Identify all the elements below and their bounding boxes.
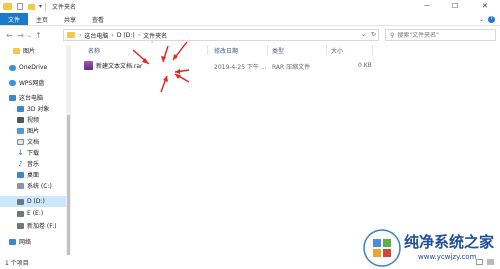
sidebar-item-desktop[interactable]: 桌面 — [0, 169, 70, 180]
sidebar-item-drive-c[interactable]: 系统 (C:) — [0, 180, 70, 191]
column-header-size[interactable]: 大小 — [331, 46, 343, 55]
refresh-icon[interactable]: ↻ — [371, 31, 376, 38]
sidebar-item-label: 系统 (C:) — [27, 183, 52, 190]
title-bar: ▾ 文件夹名 — ☐ ✕ — [0, 0, 500, 13]
sidebar-item-label: 下载 — [27, 150, 40, 157]
forward-icon[interactable]: → — [15, 31, 26, 40]
sidebar-item-label: 网络 — [19, 239, 32, 246]
column-header-name[interactable]: 名称 — [88, 46, 100, 55]
sidebar-item-documents[interactable]: 文档 — [0, 136, 70, 147]
column-divider[interactable] — [326, 45, 327, 55]
sidebar-item-drive-f[interactable]: 新加卷 (F:) — [0, 220, 70, 231]
pictures-icon — [13, 47, 20, 54]
file-type: RAR 压缩文件 — [272, 64, 311, 71]
search-icon: ⚲ — [390, 31, 395, 39]
drive-icon — [17, 222, 24, 229]
annotation-arrows — [132, 41, 190, 93]
close-button[interactable]: ✕ — [482, 2, 488, 10]
search-box[interactable]: ⚲ — [385, 29, 496, 41]
file-list: 名称 ⌃ 修改日期 类型 大小 新建文本文档.rar 2019-4-25 下午 … — [79, 41, 500, 255]
sidebar-item-this-pc[interactable]: 这台电脑 — [0, 92, 70, 103]
sidebar-item-label: 音乐 — [27, 161, 40, 168]
sidebar-item-label: D (D:) — [27, 198, 45, 205]
sidebar-item-pictures[interactable]: 图片 — [0, 125, 70, 136]
expand-ribbon-icon[interactable]: ⌄ — [479, 16, 484, 23]
sidebar-item-network[interactable]: 网络 — [0, 236, 70, 247]
sidebar-item-label: 新加卷 (F:) — [27, 223, 57, 230]
maximize-button[interactable]: ☐ — [452, 2, 458, 10]
network-icon — [9, 238, 16, 245]
desktop-icon — [17, 171, 24, 178]
watermark-brand: 纯净系统之家 — [404, 233, 495, 251]
cloud-icon — [9, 64, 16, 71]
sidebar-item-drive-d[interactable]: D (D:) — [0, 196, 70, 207]
pictures-icon — [17, 127, 24, 134]
quick-access-dropdown-icon[interactable]: ▾ — [39, 3, 42, 10]
sidebar-item-label: 图片 — [23, 48, 36, 55]
music-icon: ♪ — [18, 159, 23, 168]
sidebar-item-downloads[interactable]: ↓ 下载 — [0, 147, 70, 158]
arrow-icon — [132, 41, 190, 93]
sidebar-item-label: 图片 — [27, 128, 40, 135]
title-separator — [45, 2, 47, 11]
recent-locations-icon[interactable]: ⌄ — [26, 32, 33, 39]
sidebar-item-music[interactable]: ♪ 音乐 — [0, 158, 70, 169]
video-icon — [17, 116, 24, 123]
tab-view[interactable]: 查看 — [84, 13, 112, 25]
logo-icon — [363, 229, 401, 267]
sidebar-item-drive-e[interactable]: E (E:) — [0, 208, 70, 219]
sidebar-item-3d-objects[interactable]: 3D 对象 — [0, 103, 70, 114]
drive-icon — [17, 198, 24, 205]
rar-archive-icon — [84, 61, 93, 70]
column-header-type[interactable]: 类型 — [272, 46, 284, 55]
watermark-url: www.ycwjzy.com — [418, 253, 477, 261]
cloud-icon — [9, 79, 16, 86]
properties-icon[interactable] — [17, 3, 23, 10]
drive-icon — [17, 182, 24, 189]
cube-icon — [17, 105, 24, 112]
sidebar-item-label: 这台电脑 — [19, 95, 44, 102]
sidebar-item-wps[interactable]: WPS网盘 — [0, 77, 70, 88]
sidebar-item-pictures-quick[interactable]: 图片 — [0, 45, 70, 56]
sidebar-item-videos[interactable]: 视频 — [0, 114, 70, 125]
ribbon-tabs: 文件 主页 共享 查看 ⌄ ? — [0, 13, 500, 26]
item-count: 1 个项目 — [5, 259, 29, 267]
sidebar-item-label: E (E:) — [27, 210, 44, 217]
help-icon[interactable]: ? — [488, 16, 495, 23]
sidebar-item-onedrive[interactable]: OneDrive — [0, 62, 70, 73]
download-icon: ↓ — [17, 148, 24, 157]
computer-icon — [9, 94, 16, 101]
minimize-button[interactable]: — — [424, 2, 430, 9]
sidebar-item-label: 3D 对象 — [27, 106, 50, 113]
sidebar-item-label: 文档 — [27, 139, 40, 146]
document-icon — [17, 138, 24, 145]
navigation-pane: 图片 OneDrive WPS网盘 这台电脑 3D 对象 视频 图片 文档 ↓ … — [0, 43, 70, 255]
address-dropdown-icon[interactable]: ⌄ — [361, 31, 366, 38]
tab-file[interactable]: 文件 — [0, 13, 29, 25]
folder-icon — [67, 32, 75, 38]
watermark-logo: 纯净系统之家 www.ycwjzy.com — [362, 227, 500, 269]
window-title: 文件夹名 — [52, 4, 77, 11]
sidebar-item-label: 桌面 — [27, 172, 40, 179]
navigation-bar: ← → ⌄ ↑ › 这台电脑 › D (D:) › 文件夹名 ⌄ ↻ ⚲ — [0, 27, 500, 43]
sidebar-item-label: WPS网盘 — [19, 80, 45, 87]
sidebar-item-label: OneDrive — [19, 64, 48, 71]
back-icon[interactable]: ← — [4, 31, 15, 40]
folder-icon — [3, 3, 12, 10]
file-size: 0 KB — [358, 62, 372, 69]
breadcrumb-this-pc[interactable]: 这台电脑 — [82, 31, 110, 40]
tab-share[interactable]: 共享 — [56, 13, 84, 25]
tab-home[interactable]: 主页 — [28, 13, 56, 25]
search-input[interactable] — [397, 31, 488, 39]
column-divider[interactable] — [267, 45, 268, 55]
drive-icon — [17, 210, 24, 217]
new-folder-icon[interactable] — [28, 3, 35, 10]
up-icon[interactable]: ↑ — [33, 31, 44, 40]
sidebar-scroll-thumb[interactable] — [67, 115, 70, 255]
sidebar-item-label: 视频 — [27, 117, 40, 124]
column-divider[interactable] — [372, 45, 373, 55]
